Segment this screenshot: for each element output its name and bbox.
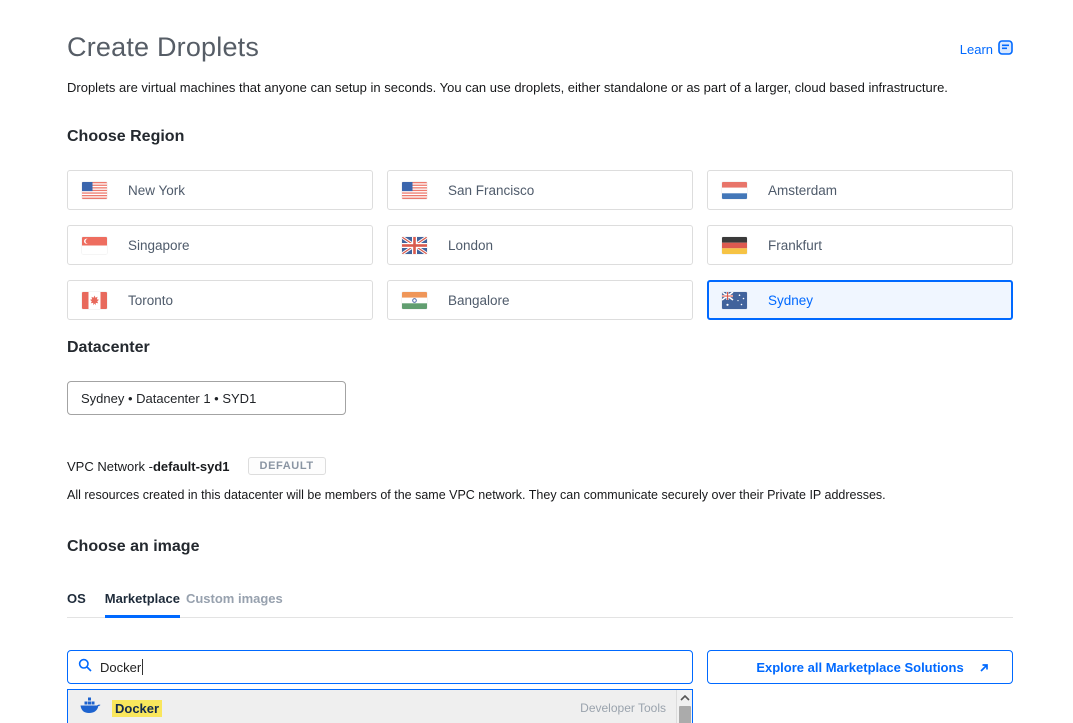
region-card-san-francisco[interactable]: San Francisco <box>387 170 693 210</box>
vpc-description: All resources created in this datacenter… <box>67 488 1013 502</box>
tab-os[interactable]: OS <box>67 591 86 617</box>
region-label: Singapore <box>128 238 190 253</box>
datacenter-heading: Datacenter <box>67 339 1013 357</box>
learn-link[interactable]: Learn <box>960 40 1013 58</box>
vpc-label: VPC Network - <box>67 459 153 474</box>
singapore-flag-icon <box>82 237 107 254</box>
netherlands-flag-icon <box>722 182 747 199</box>
region-label: Toronto <box>128 293 173 308</box>
tab-marketplace[interactable]: Marketplace <box>105 591 180 618</box>
page-title: Create Droplets <box>67 32 259 63</box>
region-card-frankfurt[interactable]: Frankfurt <box>707 225 1013 265</box>
datacenter-select[interactable]: Sydney • Datacenter 1 • SYD1 <box>67 381 346 415</box>
canada-flag-icon <box>82 292 107 309</box>
india-flag-icon <box>402 292 427 309</box>
explore-marketplace-button[interactable]: Explore all Marketplace Solutions <box>707 650 1013 684</box>
tab-custom-images[interactable]: Custom images <box>186 591 283 617</box>
region-grid: New York San Francisco Amsterdam Singapo… <box>67 170 1013 320</box>
search-query-text: Docker <box>100 660 141 675</box>
region-label: Amsterdam <box>768 183 837 198</box>
scrollbar-thumb[interactable] <box>679 706 691 723</box>
region-card-toronto[interactable]: Toronto <box>67 280 373 320</box>
learn-label: Learn <box>960 42 993 57</box>
australia-flag-icon <box>722 292 747 309</box>
marketplace-search-row: Docker Explore all Marketplace Solutions <box>67 650 1013 684</box>
region-card-singapore[interactable]: Singapore <box>67 225 373 265</box>
region-card-new-york[interactable]: New York <box>67 170 373 210</box>
region-label: San Francisco <box>448 183 534 198</box>
region-label: Bangalore <box>448 293 510 308</box>
image-tabs: OS Marketplace Custom images <box>67 591 1013 618</box>
choose-image-heading: Choose an image <box>67 538 1013 556</box>
uk-flag-icon <box>402 237 427 254</box>
choose-region-heading: Choose Region <box>67 128 1013 146</box>
vpc-default-badge: DEFAULT <box>248 457 326 475</box>
us-flag-icon <box>82 182 107 199</box>
text-cursor <box>142 659 143 675</box>
page-subtitle: Droplets are virtual machines that anyon… <box>67 80 1013 95</box>
dropdown-scrollbar[interactable] <box>676 690 692 723</box>
external-link-arrow-icon <box>978 661 990 679</box>
region-card-bangalore[interactable]: Bangalore <box>387 280 693 320</box>
marketplace-search-input[interactable]: Docker <box>67 650 693 684</box>
result-name: Docker <box>112 700 162 717</box>
region-label: New York <box>128 183 185 198</box>
germany-flag-icon <box>722 237 747 254</box>
result-category: Developer Tools <box>580 701 666 715</box>
search-icon <box>78 658 92 677</box>
search-results-dropdown: Docker Developer Tools An open platform … <box>67 689 693 723</box>
region-label: London <box>448 238 493 253</box>
learn-doc-icon <box>998 40 1013 58</box>
docker-whale-icon <box>79 697 101 719</box>
explore-button-label: Explore all Marketplace Solutions <box>756 660 963 675</box>
region-card-sydney[interactable]: Sydney <box>707 280 1013 320</box>
region-card-amsterdam[interactable]: Amsterdam <box>707 170 1013 210</box>
vpc-network-row: VPC Network - default-syd1 DEFAULT <box>67 457 1013 475</box>
us-flag-icon <box>402 182 427 199</box>
page-header: Create Droplets Learn <box>67 0 1013 63</box>
datacenter-value: Sydney • Datacenter 1 • SYD1 <box>81 391 256 406</box>
region-label: Frankfurt <box>768 238 822 253</box>
vpc-network-name: default-syd1 <box>153 459 230 474</box>
scroll-up-arrow-icon[interactable] <box>677 690 692 705</box>
create-droplets-page: Create Droplets Learn Droplets are virtu… <box>0 0 1073 723</box>
result-item-docker[interactable]: Docker Developer Tools An open platform … <box>68 690 692 723</box>
region-card-london[interactable]: London <box>387 225 693 265</box>
region-label: Sydney <box>768 293 813 308</box>
